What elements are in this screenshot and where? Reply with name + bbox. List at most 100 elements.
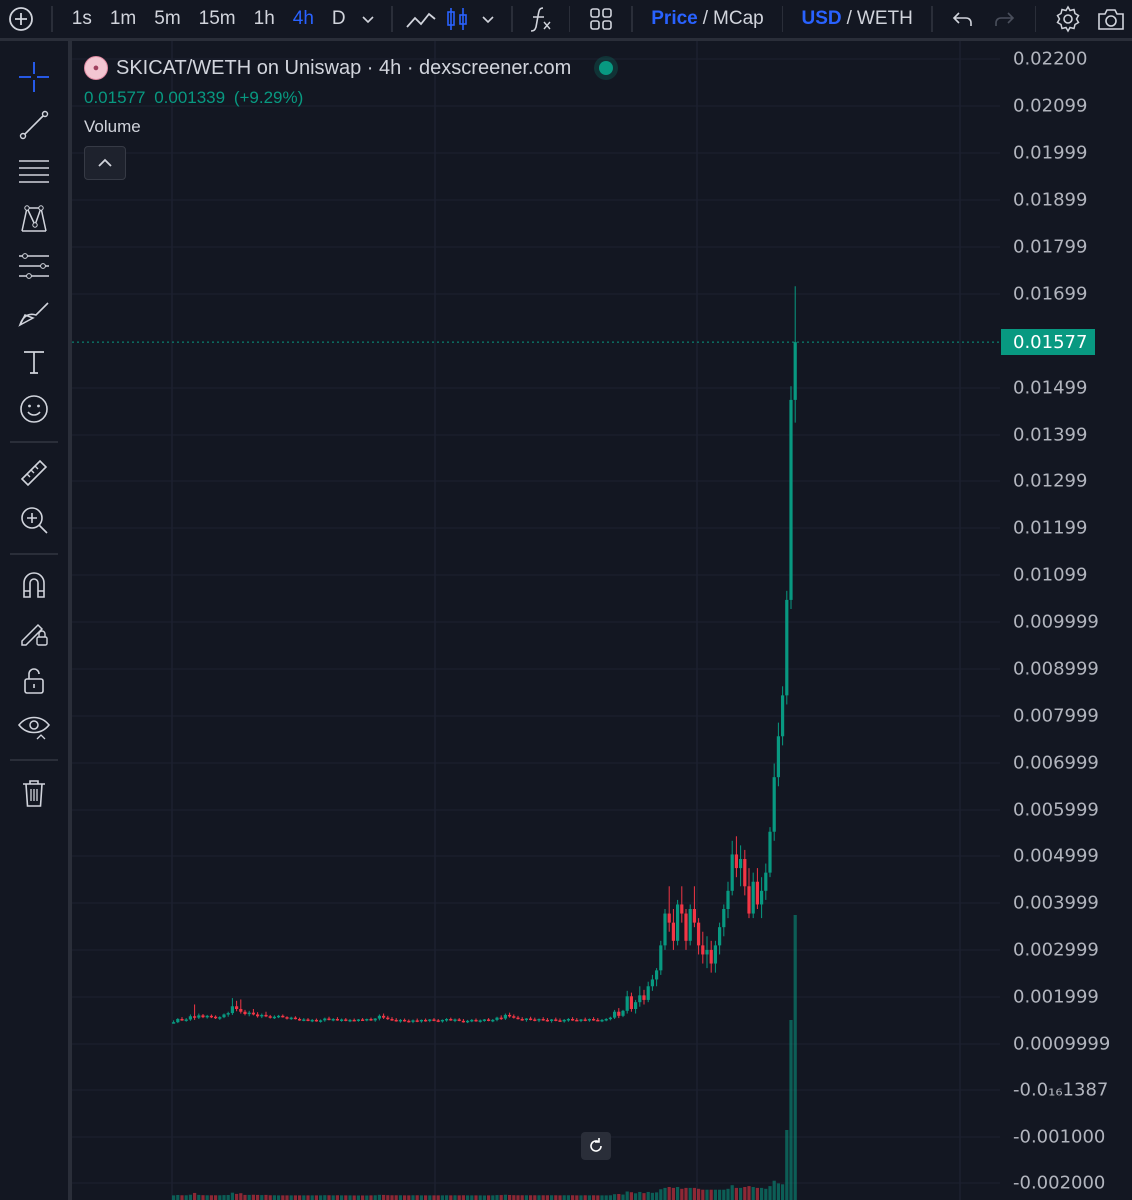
lock-drawings-tool[interactable] bbox=[14, 613, 54, 653]
candle-body bbox=[625, 996, 629, 1011]
candle bbox=[768, 827, 772, 878]
measure-tool[interactable] bbox=[14, 453, 54, 493]
emoji-tool[interactable] bbox=[14, 389, 54, 429]
interval-4h[interactable]: 4h bbox=[284, 0, 323, 38]
interval-1s[interactable]: 1s bbox=[63, 0, 101, 38]
volume-bar bbox=[432, 1195, 436, 1200]
candle-body bbox=[688, 909, 692, 941]
redo-button[interactable] bbox=[984, 0, 1025, 38]
interval-dropdown-button[interactable] bbox=[355, 0, 382, 38]
remove-drawings-tool[interactable] bbox=[14, 773, 54, 813]
reset-icon bbox=[590, 1138, 602, 1152]
toolbar-divider bbox=[51, 6, 53, 32]
candle-body bbox=[785, 599, 789, 696]
indicators-button[interactable] bbox=[523, 0, 559, 38]
add-symbol-button[interactable] bbox=[0, 0, 41, 38]
volume-bar bbox=[188, 1194, 192, 1200]
reset-chart-button[interactable] bbox=[581, 1132, 611, 1160]
volume-indicator-label[interactable]: Volume bbox=[84, 117, 613, 137]
price-mcap-toggle[interactable]: Price / MCap bbox=[643, 0, 771, 38]
chevron-down-icon bbox=[362, 16, 374, 24]
magnet-tool[interactable] bbox=[14, 565, 54, 605]
candle-body bbox=[650, 979, 654, 987]
fib-tool[interactable] bbox=[14, 152, 54, 192]
hide-drawings-tool[interactable] bbox=[14, 707, 54, 747]
volume-bar bbox=[344, 1195, 348, 1200]
candle-body bbox=[764, 872, 768, 891]
price-tick-label: 0.007999 bbox=[1013, 705, 1099, 727]
candle-body bbox=[524, 1018, 528, 1021]
candle-body bbox=[684, 913, 688, 941]
candle-body bbox=[411, 1020, 415, 1022]
candle-body bbox=[713, 945, 717, 964]
volume-bar bbox=[499, 1195, 503, 1200]
volume-bar bbox=[709, 1189, 713, 1200]
line-chart-type-button[interactable] bbox=[403, 0, 439, 38]
price-chart[interactable] bbox=[72, 41, 1000, 1200]
volume-bar bbox=[209, 1195, 213, 1200]
interval-d[interactable]: D bbox=[323, 0, 355, 38]
candle-body bbox=[676, 904, 680, 941]
volume-bar bbox=[293, 1195, 297, 1200]
volume-bar bbox=[247, 1194, 251, 1200]
volume-bar bbox=[516, 1195, 520, 1200]
text-icon bbox=[24, 351, 44, 374]
candle-body bbox=[781, 695, 785, 737]
volume-bar bbox=[369, 1195, 373, 1200]
candle-body bbox=[428, 1019, 432, 1021]
volume-bar bbox=[457, 1195, 461, 1200]
price-tick-label: -0.002000 bbox=[1013, 1172, 1106, 1194]
candle-body bbox=[356, 1019, 360, 1021]
collapse-legend-button[interactable] bbox=[84, 146, 126, 180]
ruler-icon bbox=[20, 459, 48, 487]
volume-bar bbox=[243, 1194, 247, 1200]
zoom-in-icon bbox=[21, 507, 48, 534]
volume-bar bbox=[764, 1188, 768, 1200]
crosshair-tool[interactable] bbox=[14, 57, 54, 97]
screenshot-button[interactable] bbox=[1089, 0, 1132, 38]
settings-button[interactable] bbox=[1046, 0, 1089, 38]
trendline-tool[interactable] bbox=[14, 105, 54, 145]
interval-5m[interactable]: 5m bbox=[145, 0, 189, 38]
volume-bar bbox=[793, 915, 797, 1200]
candles-chart-type-button[interactable] bbox=[439, 0, 475, 38]
candle-body bbox=[592, 1019, 596, 1021]
volume-bar bbox=[524, 1195, 528, 1200]
interval-1h[interactable]: 1h bbox=[245, 0, 284, 38]
toolbar-divider bbox=[1034, 6, 1037, 32]
candle-body bbox=[193, 1016, 197, 1018]
candle bbox=[676, 899, 680, 946]
volume-bar bbox=[340, 1195, 344, 1200]
pattern-tool[interactable] bbox=[14, 199, 54, 239]
volume-bar bbox=[781, 1184, 785, 1200]
text-tool[interactable] bbox=[14, 342, 54, 382]
undo-button[interactable] bbox=[943, 0, 984, 38]
lock-all-tool[interactable] bbox=[14, 661, 54, 701]
candle-body bbox=[298, 1019, 302, 1021]
volume-bar bbox=[419, 1195, 423, 1200]
candle-body bbox=[613, 1011, 617, 1018]
layout-button[interactable] bbox=[580, 0, 621, 38]
interval-1m[interactable]: 1m bbox=[101, 0, 145, 38]
candle-body bbox=[268, 1016, 272, 1018]
price-tick-label: 0.005999 bbox=[1013, 799, 1099, 821]
toolbar-divider bbox=[10, 441, 58, 443]
volume-bar bbox=[768, 1186, 772, 1200]
usd-weth-toggle[interactable]: USD / WETH bbox=[793, 0, 920, 38]
token-avatar-icon: ● bbox=[84, 56, 108, 80]
brush-tool[interactable] bbox=[14, 294, 54, 334]
volume-bar bbox=[713, 1189, 717, 1200]
zoom-tool[interactable] bbox=[14, 500, 54, 540]
interval-15m[interactable]: 15m bbox=[190, 0, 245, 38]
candle-body bbox=[386, 1017, 390, 1020]
candle-body bbox=[281, 1015, 285, 1018]
chart-type-dropdown-button[interactable] bbox=[475, 0, 502, 38]
volume-bar bbox=[512, 1195, 516, 1200]
candle-body bbox=[432, 1019, 436, 1021]
price-axis[interactable]: 0.02200 0.02099 0.01999 0.01899 0.01799 0.016… bbox=[1000, 41, 1132, 1200]
toolbar-divider bbox=[10, 759, 58, 761]
volume-bar bbox=[466, 1195, 470, 1200]
candle-body bbox=[201, 1015, 205, 1018]
volume-bar bbox=[650, 1192, 654, 1200]
forecast-tool[interactable] bbox=[14, 246, 54, 286]
